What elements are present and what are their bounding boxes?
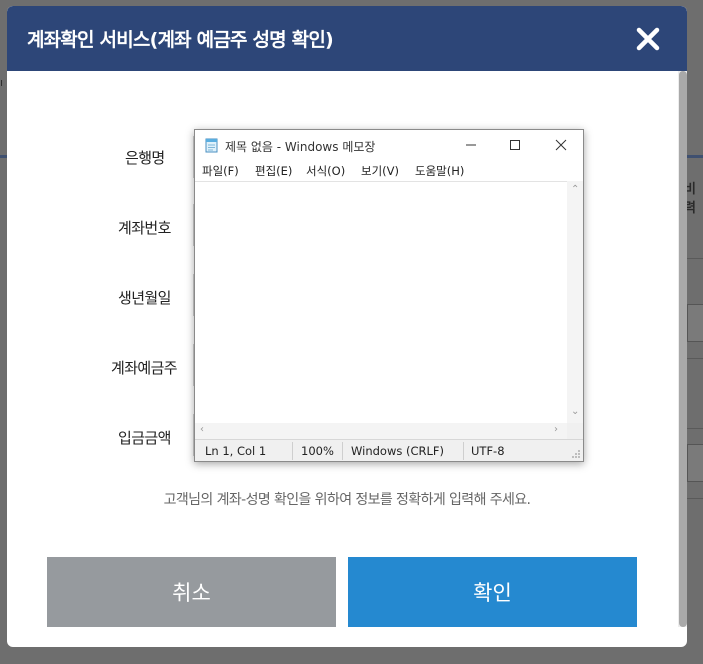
confirm-button[interactable]: 확인 <box>348 557 637 627</box>
background-divider <box>687 428 703 429</box>
notepad-window: 제목 없음 - Windows 메모장 파일(F) 편집(E) 서식(O) 보기… <box>194 129 584 462</box>
status-separator <box>292 442 293 460</box>
notepad-text-area[interactable] <box>195 181 567 423</box>
scroll-down-icon[interactable]: ⌄ <box>571 407 579 417</box>
menu-format[interactable]: 서식(O) <box>306 163 345 179</box>
scrollbar-corner <box>567 423 583 439</box>
background-input <box>687 304 703 342</box>
dialog-scrollbar[interactable] <box>678 71 687 627</box>
resize-grip-icon[interactable] <box>571 449 581 459</box>
zoom-level: 100% <box>301 444 334 458</box>
window-close-button[interactable] <box>539 130 583 160</box>
account-holder-label: 계좌예금주 <box>111 359 178 377</box>
close-x-icon <box>636 27 660 51</box>
instruction-text: 고객님의 계좌-성명 확인을 위하여 정보를 정확하게 입력해 주세요. <box>163 492 531 508</box>
status-separator <box>342 442 343 460</box>
background-input <box>687 444 703 482</box>
encoding: UTF-8 <box>471 444 505 458</box>
background-divider <box>687 498 703 499</box>
close-button[interactable] <box>635 26 661 52</box>
deposit-amount-label: 입금금액 <box>118 429 171 447</box>
status-separator <box>463 442 464 460</box>
minimize-button[interactable] <box>449 130 493 160</box>
close-icon <box>555 139 567 151</box>
scroll-right-icon[interactable]: › <box>554 425 558 435</box>
cursor-position: Ln 1, Col 1 <box>205 444 267 458</box>
cancel-button[interactable]: 취소 <box>47 557 336 627</box>
notepad-horizontal-scrollbar[interactable]: ‹ › <box>195 423 567 439</box>
dialog-header: 계좌확인 서비스(계좌 예금주 성명 확인) <box>7 6 687 71</box>
maximize-icon <box>510 140 520 150</box>
notepad-titlebar[interactable]: 제목 없음 - Windows 메모장 <box>195 130 583 160</box>
maximize-button[interactable] <box>493 130 537 160</box>
notepad-vertical-scrollbar[interactable]: ⌃ ⌄ <box>567 181 583 423</box>
notepad-title: 제목 없음 - Windows 메모장 <box>225 140 376 154</box>
birth-date-label: 생년월일 <box>118 289 171 307</box>
menu-view[interactable]: 보기(V) <box>361 163 399 179</box>
background-divider <box>687 258 703 259</box>
scroll-left-icon[interactable]: ‹ <box>200 425 204 435</box>
scrollbar-thumb[interactable] <box>679 71 687 627</box>
menu-help[interactable]: 도움말(H) <box>415 163 464 179</box>
notepad-statusbar: Ln 1, Col 1 100% Windows (CRLF) UTF-8 <box>195 439 583 461</box>
background-fragment: ı <box>0 76 4 89</box>
background-divider <box>687 358 703 359</box>
account-number-label: 계좌번호 <box>118 219 171 237</box>
line-ending: Windows (CRLF) <box>351 444 445 458</box>
menu-edit[interactable]: 편집(E) <box>255 163 292 179</box>
scroll-up-icon[interactable]: ⌃ <box>571 185 579 195</box>
minimize-icon <box>466 144 476 146</box>
menu-file[interactable]: 파일(F) <box>202 163 239 179</box>
dialog-title: 계좌확인 서비스(계좌 예금주 성명 확인) <box>27 29 334 51</box>
notepad-icon <box>205 138 218 153</box>
notepad-menubar: 파일(F) 편집(E) 서식(O) 보기(V) 도움말(H) <box>195 160 583 181</box>
bank-name-label: 은행명 <box>125 149 165 167</box>
